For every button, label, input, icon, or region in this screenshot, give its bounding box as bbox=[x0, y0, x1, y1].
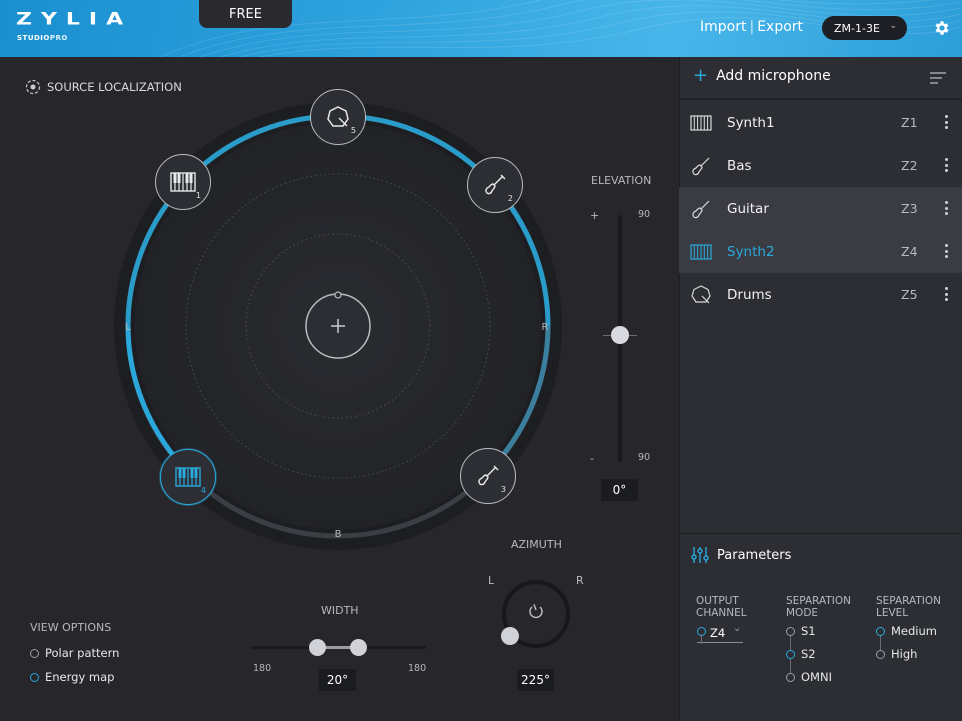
width-value[interactable]: 20° bbox=[319, 669, 356, 691]
azimuth-value[interactable]: 225° bbox=[517, 669, 554, 691]
mic-channel: Z2 bbox=[901, 158, 918, 173]
elevation-min: 90 bbox=[638, 452, 651, 463]
guitar-icon bbox=[485, 174, 506, 195]
guitar-icon bbox=[692, 200, 710, 219]
more-options-icon[interactable] bbox=[945, 115, 949, 131]
separation-mode-s2[interactable]: S2 bbox=[786, 647, 816, 661]
elevation-slider-handle[interactable] bbox=[611, 326, 629, 344]
view-options-title: VIEW OPTIONS bbox=[30, 621, 112, 634]
mic-channel: Z4 bbox=[901, 244, 918, 259]
elevation-minus: - bbox=[590, 452, 594, 465]
width-min-label: 180 bbox=[253, 663, 272, 674]
add-microphone-button[interactable]: + Add microphone bbox=[693, 65, 831, 86]
mic-channel: Z1 bbox=[901, 115, 918, 130]
radio-button-selected[interactable] bbox=[786, 649, 795, 659]
view-option-label: Polar pattern bbox=[45, 646, 120, 660]
parameters-title: Parameters bbox=[717, 547, 792, 563]
view-option-energy-map[interactable]: Energy map bbox=[30, 670, 114, 684]
source-number: 3 bbox=[500, 485, 506, 494]
output-channel-title: OUTPUT CHANNEL bbox=[696, 595, 747, 619]
source-number: 4 bbox=[200, 486, 206, 495]
output-channel-select[interactable]: Z4 ⌄ bbox=[697, 623, 743, 643]
source-number: 5 bbox=[350, 126, 356, 135]
sliders-icon bbox=[691, 547, 709, 563]
azimuth-right-label: R bbox=[576, 574, 584, 587]
mic-name: Synth2 bbox=[727, 243, 775, 260]
separation-mode-title: SEPARATION MODE bbox=[786, 595, 852, 619]
mic-name: Bas bbox=[727, 157, 752, 174]
mic-row-synth1[interactable]: Synth1 Z1 bbox=[679, 101, 962, 144]
width-max-label: 180 bbox=[408, 663, 427, 674]
radio-button-selected[interactable] bbox=[30, 672, 39, 682]
separation-mode-omni[interactable]: OMNI bbox=[786, 670, 832, 684]
source-number: 1 bbox=[195, 191, 201, 200]
radio-button[interactable] bbox=[876, 649, 885, 659]
elevation-value[interactable]: 0° bbox=[601, 479, 638, 501]
mic-name: Drums bbox=[727, 286, 772, 303]
mic-row-guitar[interactable]: Guitar Z3 bbox=[679, 187, 962, 230]
mic-row-synth2[interactable]: Synth2 Z4 bbox=[679, 230, 962, 273]
list-divider bbox=[679, 98, 962, 100]
mic-row-bas[interactable]: Bas Z2 bbox=[679, 144, 962, 187]
guitar-icon bbox=[478, 465, 499, 486]
view-option-label: Energy map bbox=[45, 670, 115, 684]
ring-label-back: B bbox=[335, 529, 342, 540]
keyboard-icon bbox=[690, 244, 712, 260]
separation-level-high[interactable]: High bbox=[876, 647, 917, 661]
keyboard-icon bbox=[175, 467, 201, 487]
source-node-drums[interactable]: 5 bbox=[310, 89, 366, 145]
parameters-divider bbox=[679, 533, 962, 534]
mic-channel: Z5 bbox=[901, 287, 918, 302]
view-option-polar[interactable]: Polar pattern bbox=[30, 646, 119, 660]
source-node-synth2[interactable]: 4 bbox=[160, 449, 216, 505]
more-options-icon[interactable] bbox=[945, 287, 949, 303]
source-node-guitar[interactable]: 2 bbox=[467, 157, 523, 213]
azimuth-dial-handle[interactable] bbox=[501, 627, 519, 645]
sort-icon[interactable] bbox=[929, 71, 947, 85]
connector-line bbox=[701, 634, 702, 644]
radio-button[interactable] bbox=[786, 626, 795, 636]
separation-level-medium[interactable]: Medium bbox=[876, 624, 937, 638]
drum-icon bbox=[327, 106, 349, 127]
radio-button[interactable] bbox=[30, 648, 39, 658]
mic-name: Guitar bbox=[727, 200, 769, 217]
elevation-plus: + bbox=[590, 209, 600, 222]
guitar-icon bbox=[692, 157, 710, 176]
keyboard-icon bbox=[170, 172, 196, 192]
keyboard-icon bbox=[690, 115, 712, 131]
elevation-max: 90 bbox=[638, 209, 651, 220]
mic-name: Synth1 bbox=[727, 114, 775, 131]
output-channel-value: Z4 bbox=[710, 626, 726, 640]
separation-level-title: SEPARATION LEVEL bbox=[876, 595, 942, 619]
azimuth-left-label: L bbox=[488, 574, 495, 587]
width-title: WIDTH bbox=[321, 604, 359, 617]
elevation-title: ELEVATION bbox=[591, 174, 652, 187]
listener-direction-dot bbox=[334, 291, 342, 299]
drum-icon bbox=[691, 285, 711, 304]
plus-icon: + bbox=[693, 65, 709, 86]
azimuth-title: AZIMUTH bbox=[511, 538, 562, 551]
ring-label-left: L bbox=[125, 322, 131, 333]
separation-mode-s1[interactable]: S1 bbox=[786, 624, 816, 638]
source-node-synth1[interactable]: 1 bbox=[155, 154, 211, 210]
more-options-icon[interactable] bbox=[945, 244, 949, 260]
width-slider-handle-left[interactable] bbox=[309, 639, 326, 656]
source-number: 2 bbox=[507, 194, 513, 203]
chevron-down-icon: ⌄ bbox=[733, 623, 742, 634]
radio-button-selected[interactable] bbox=[876, 626, 885, 636]
add-microphone-label: Add microphone bbox=[716, 68, 831, 84]
mic-row-drums[interactable]: Drums Z5 bbox=[679, 273, 962, 316]
source-node-bas[interactable]: 3 bbox=[460, 448, 516, 504]
mic-channel: Z3 bbox=[901, 201, 918, 216]
more-options-icon[interactable] bbox=[945, 201, 949, 217]
more-options-icon[interactable] bbox=[945, 158, 949, 174]
ring-label-right: R bbox=[542, 322, 549, 333]
radio-button[interactable] bbox=[786, 672, 795, 682]
width-slider-handle-right[interactable] bbox=[350, 639, 367, 656]
parameters-header: Parameters bbox=[691, 546, 791, 564]
